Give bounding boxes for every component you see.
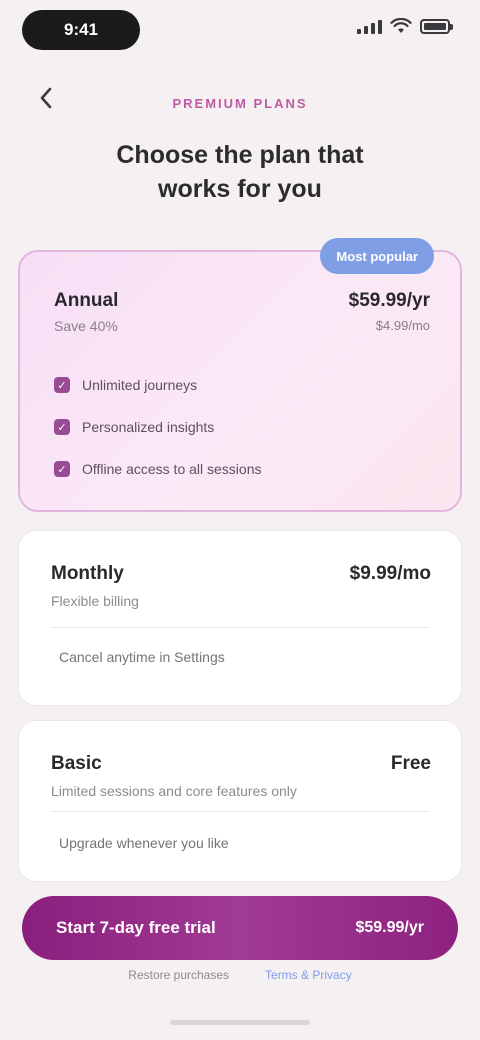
divider xyxy=(51,627,429,628)
terms-link[interactable]: Terms & Privacy xyxy=(265,968,352,982)
page-title: Choose the plan that works for you xyxy=(116,141,364,203)
plan-subtitle: Flexible billing xyxy=(51,593,139,609)
check-icon: ✓ xyxy=(54,419,70,435)
status-bar: 9:41 xyxy=(0,0,480,64)
restore-purchases-link[interactable]: Restore purchases xyxy=(128,968,229,982)
feature-item: ✓ Unlimited journeys xyxy=(54,374,262,396)
check-icon: ✓ xyxy=(54,461,70,477)
plan-price-note: $4.99/mo xyxy=(375,318,430,333)
plan-name: Annual xyxy=(54,290,119,311)
most-popular-badge: Most popular xyxy=(320,238,434,274)
page-eyebrow: PREMIUM PLANS xyxy=(172,96,308,111)
divider xyxy=(51,811,429,812)
plan-detail: Cancel anytime in Settings xyxy=(59,649,225,665)
plan-subtitle: Limited sessions and core features only xyxy=(51,783,297,799)
feature-label: Offline access to all sessions xyxy=(82,461,262,477)
plan-card-annual[interactable]: Most popular Annual Save 40% $59.99/yr $… xyxy=(18,238,462,512)
feature-label: Personalized insights xyxy=(82,419,215,435)
plan-name: Monthly xyxy=(51,563,124,584)
signal-icon xyxy=(357,18,382,34)
plan-card-monthly[interactable]: Monthly Flexible billing $9.99/mo Cancel… xyxy=(18,530,462,706)
cta-label: Start 7-day free trial xyxy=(56,918,216,937)
feature-label: Unlimited journeys xyxy=(82,377,198,393)
plan-price: $9.99/mo xyxy=(349,563,431,584)
footer-links: Restore purchases Terms & Privacy xyxy=(0,968,480,982)
feature-item: ✓ Personalized insights xyxy=(54,416,262,438)
plan-price: Free xyxy=(390,753,431,774)
plan-price: $59.99/yr xyxy=(348,290,430,311)
check-icon: ✓ xyxy=(54,377,70,393)
start-trial-button[interactable]: Start 7-day free trial $59.99/yr xyxy=(22,896,458,960)
plan-detail: Upgrade whenever you like xyxy=(59,835,229,851)
home-indicator xyxy=(170,1020,310,1025)
feature-item: ✓ Offline access to all sessions xyxy=(54,458,262,480)
status-icons xyxy=(357,18,453,34)
wifi-icon xyxy=(390,18,412,33)
feature-list: ✓ Unlimited journeys ✓ Personalized insi… xyxy=(54,374,262,500)
status-time: 9:41 xyxy=(22,10,140,50)
battery-icon xyxy=(420,18,453,34)
plan-card-free[interactable]: Basic Free Limited sessions and core fea… xyxy=(18,720,462,882)
plan-subtitle: Save 40% xyxy=(54,318,118,334)
plan-name: Basic xyxy=(51,753,102,774)
cta-price: $59.99/yr xyxy=(355,919,424,936)
subscription-screen: 9:41 PREMIUM PLANS Choose the plan that … xyxy=(0,0,480,1040)
